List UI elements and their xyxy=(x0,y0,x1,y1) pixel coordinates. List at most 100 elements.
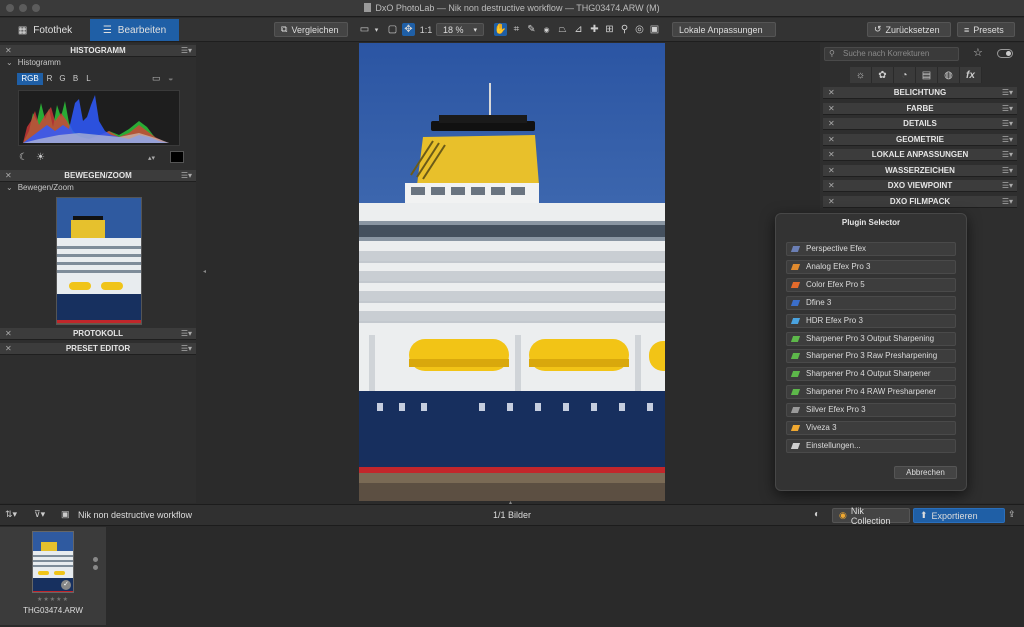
perspective-icon[interactable]: ⏢ xyxy=(556,23,569,36)
link-icon[interactable]: ⚲ xyxy=(618,23,631,36)
plugin-item[interactable]: Silver Efex Pro 3 xyxy=(786,403,956,418)
panel-menu-icon[interactable]: ☰▾ xyxy=(1002,87,1013,99)
correction-section-header[interactable]: ✕ BELICHTUNG ☰▾ xyxy=(823,87,1017,99)
fit-screen-icon[interactable]: ▢ xyxy=(386,23,399,36)
panel-menu-icon[interactable]: ☰▾ xyxy=(181,45,192,57)
one-to-one-button[interactable]: 1:1 xyxy=(418,23,434,36)
soft-proof-icon[interactable]: ◒ xyxy=(168,73,173,83)
close-icon[interactable]: ✕ xyxy=(828,149,835,161)
channel-rgb[interactable]: RGB xyxy=(17,73,43,85)
horizon-icon[interactable]: ⊿ xyxy=(572,23,585,36)
presets-button[interactable]: ≡ Presets xyxy=(957,22,1015,37)
before-after-icon[interactable]: ◐ xyxy=(814,509,820,520)
histogram-subheader[interactable]: ⌄ Histogramm xyxy=(0,57,196,69)
correction-search-input[interactable]: ⚲ Suche nach Korrekturen xyxy=(824,47,959,61)
panel-menu-icon[interactable]: ☰▾ xyxy=(1002,165,1013,177)
channel-g[interactable]: G xyxy=(56,73,69,85)
correction-section-header[interactable]: ✕ DXO VIEWPOINT ☰▾ xyxy=(823,180,1017,192)
panel-menu-icon[interactable]: ☰▾ xyxy=(1002,149,1013,161)
panel-menu-icon[interactable]: ☰▾ xyxy=(1002,103,1013,115)
panel-menu-icon[interactable]: ☰▾ xyxy=(1002,134,1013,146)
plugin-item[interactable]: Color Efex Pro 5 xyxy=(786,277,956,292)
plugin-item[interactable]: HDR Efex Pro 3 xyxy=(786,313,956,328)
nik-collection-button[interactable]: ◉ Nik Collection xyxy=(832,506,910,526)
close-icon[interactable]: ✕ xyxy=(828,165,835,177)
navigator-thumbnail[interactable] xyxy=(56,197,142,325)
panel-menu-icon[interactable]: ☰▾ xyxy=(181,343,192,355)
close-icon[interactable]: ✕ xyxy=(828,103,835,115)
sort-icon[interactable]: ⇅▾ xyxy=(5,509,17,520)
settings-item[interactable]: Einstellungen... xyxy=(786,438,956,453)
close-icon[interactable]: ✕ xyxy=(828,87,835,99)
left-panel-collapse-icon[interactable]: ◂ xyxy=(203,268,206,275)
hand-tool-icon[interactable]: ✋ xyxy=(494,23,507,36)
zoom-select[interactable]: 18 % ▾ xyxy=(436,23,484,36)
close-icon[interactable]: ✕ xyxy=(5,343,12,355)
moon-icon[interactable]: ☾ xyxy=(19,152,28,163)
clipping-icon[interactable]: ▴▾ xyxy=(148,154,155,162)
chevron-down-icon[interactable]: ▾ xyxy=(370,23,383,36)
eyedropper-icon[interactable]: ✎ xyxy=(525,23,538,36)
mask-icon[interactable]: ▣ xyxy=(648,23,661,36)
sun-icon[interactable]: ☀ xyxy=(36,152,45,163)
plugin-item[interactable]: Analog Efex Pro 3 xyxy=(786,259,956,274)
checkmark-icon[interactable]: ✓ xyxy=(61,580,71,590)
protocol-panel-header[interactable]: ✕ PROTOKOLL ☰▾ xyxy=(0,328,196,340)
panel-menu-icon[interactable]: ☰▾ xyxy=(1002,118,1013,130)
close-icon[interactable]: ✕ xyxy=(828,118,835,130)
more-dot-icon[interactable] xyxy=(93,557,98,562)
correction-section-header[interactable]: ✕ FARBE ☰▾ xyxy=(823,102,1017,115)
correction-section-header[interactable]: ✕ GEOMETRIE ☰▾ xyxy=(823,133,1017,146)
crop-icon[interactable]: ⌗ xyxy=(510,23,523,36)
close-icon[interactable]: ✕ xyxy=(5,328,12,340)
close-icon[interactable]: ✕ xyxy=(5,170,12,182)
cancel-button[interactable]: Abbrechen xyxy=(894,466,957,479)
fx-palette-icon[interactable]: fx xyxy=(960,67,982,83)
channel-l[interactable]: L xyxy=(82,73,95,85)
monitor-icon[interactable]: ▭ xyxy=(152,73,161,84)
panel-menu-icon[interactable]: ☰▾ xyxy=(1002,180,1013,192)
geometry-palette-icon[interactable]: ▤ xyxy=(916,67,938,83)
tab-library[interactable]: ▦ Fotothek xyxy=(0,19,90,41)
move-icon[interactable]: ✥ xyxy=(402,23,415,36)
star-icon[interactable]: ☆ xyxy=(973,46,983,59)
move-zoom-panel-header[interactable]: ✕ BEWEGEN/ZOOM ☰▾ xyxy=(0,170,196,182)
compare-button[interactable]: ⧉ Vergleichen xyxy=(274,22,348,37)
main-photo[interactable] xyxy=(359,43,665,501)
plugin-item[interactable]: Perspective Efex xyxy=(786,242,956,256)
channel-b[interactable]: B xyxy=(69,73,82,85)
color-swatch[interactable] xyxy=(170,151,184,163)
effects-palette-icon[interactable]: ◍ xyxy=(938,67,960,83)
close-icon[interactable]: ✕ xyxy=(828,196,835,208)
more-dot-icon[interactable] xyxy=(93,565,98,570)
panel-menu-icon[interactable]: ☰▾ xyxy=(1002,196,1013,208)
correction-section-header[interactable]: ✕ DXO FILMPACK ☰▾ xyxy=(823,195,1017,208)
share-icon[interactable]: ⇪ xyxy=(1008,509,1016,520)
panel-menu-icon[interactable]: ☰▾ xyxy=(181,328,192,340)
plugin-item[interactable]: Sharpener Pro 3 Output Sharpening xyxy=(786,331,956,346)
local-adjustments-button[interactable]: Lokale Anpassungen xyxy=(672,22,776,37)
close-icon[interactable]: ✕ xyxy=(828,134,835,146)
filter-icon[interactable]: ⊽▾ xyxy=(34,509,45,520)
toggle-switch[interactable] xyxy=(997,49,1013,58)
rating-stars[interactable]: ★★★★★ xyxy=(0,596,106,603)
color-palette-icon[interactable]: ✿ xyxy=(872,67,894,83)
grid-overlay-icon[interactable]: ⊞ xyxy=(603,23,616,36)
correction-section-header[interactable]: ✕ WASSERZEICHEN ☰▾ xyxy=(823,164,1017,177)
plugin-item[interactable]: Sharpener Pro 4 RAW Presharpener xyxy=(786,385,956,400)
move-zoom-subheader[interactable]: ⌄ Bewegen/Zoom xyxy=(0,182,196,194)
eye-icon[interactable]: ◎ xyxy=(633,23,646,36)
preset-editor-panel-header[interactable]: ✕ PRESET EDITOR ☰▾ xyxy=(0,343,196,355)
correction-section-header[interactable]: ✕ LOKALE ANPASSUNGEN ☰▾ xyxy=(823,149,1017,161)
plugin-item[interactable]: Sharpener Pro 4 Output Sharpener xyxy=(786,367,956,382)
export-button[interactable]: ⬆ Exportieren xyxy=(913,508,1005,523)
channel-r[interactable]: R xyxy=(43,73,56,85)
detail-palette-icon[interactable]: ◔ xyxy=(894,67,916,83)
histogram-panel-header[interactable]: ✕ HISTOGRAMM ☰▾ xyxy=(0,45,196,57)
plugin-item[interactable]: Viveza 3 xyxy=(786,421,956,435)
plugin-item[interactable]: Dfine 3 xyxy=(786,295,956,310)
panel-menu-icon[interactable]: ☰▾ xyxy=(181,170,192,182)
red-eye-icon[interactable]: ◉ xyxy=(540,23,553,36)
repair-icon[interactable]: ✚ xyxy=(588,23,601,36)
plugin-item[interactable]: Sharpener Pro 3 Raw Presharpening xyxy=(786,349,956,364)
